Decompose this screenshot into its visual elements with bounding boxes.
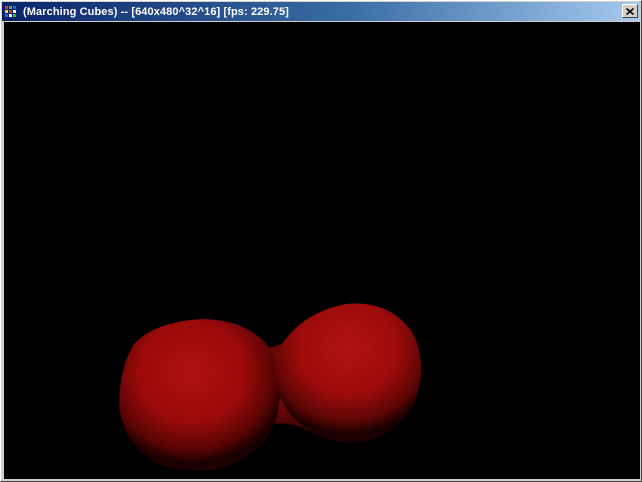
opengl-viewport[interactable] [4, 22, 640, 479]
close-icon [625, 2, 635, 20]
close-button[interactable] [622, 4, 638, 18]
opengl-app-icon[interactable] [4, 3, 20, 20]
title-bar[interactable]: (Marching Cubes) -- [640x480^32^16] [fps… [2, 2, 640, 21]
application-window: (Marching Cubes) -- [640x480^32^16] [fps… [0, 0, 642, 482]
metaball-left [119, 319, 281, 471]
metaball-scene [119, 303, 422, 471]
window-title: (Marching Cubes) -- [640x480^32^16] [fps… [23, 5, 289, 18]
